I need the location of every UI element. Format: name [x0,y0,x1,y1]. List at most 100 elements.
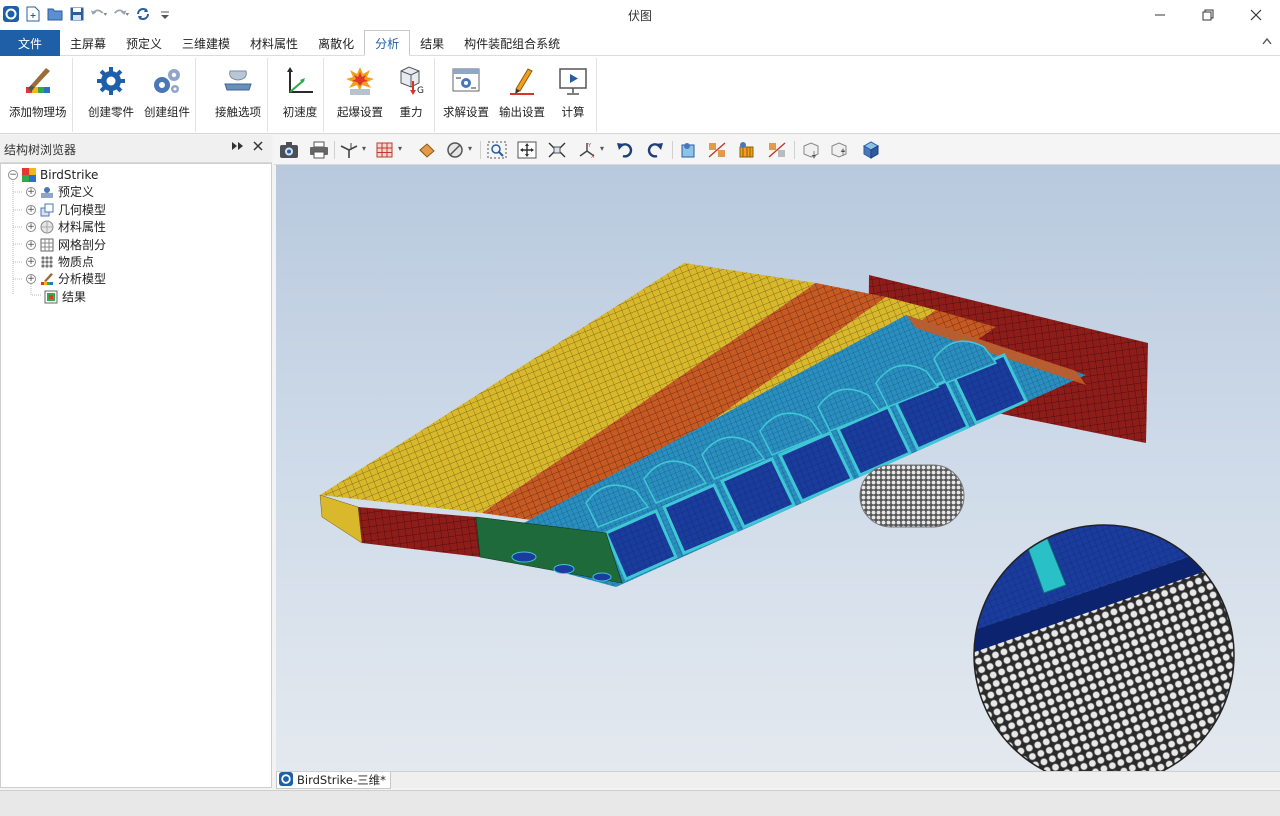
file-tab[interactable]: 文件 [0,30,60,56]
chevron-down-icon[interactable]: ▾ [600,144,604,153]
open-folder-icon[interactable] [46,5,64,23]
detonation-settings-button[interactable]: 起爆设置 [332,58,388,130]
expand-icon[interactable]: + [26,239,36,250]
fit-all-icon[interactable] [546,139,568,161]
viewport-toolbar: ▾ ▾ ▾ YX ▾ [274,135,1280,165]
undo-icon[interactable] [90,5,108,23]
tab-discretize[interactable]: 离散化 [308,30,364,56]
select-parts-icon[interactable] [678,139,700,161]
view-box-up-icon[interactable] [828,139,850,161]
expand-icon[interactable]: + [26,256,36,267]
app-logo-icon[interactable] [2,5,20,23]
initial-velocity-label: 初速度 [282,105,318,119]
add-physics-button[interactable]: 添加物理场 [4,58,72,130]
tab-analysis[interactable]: 分析 [364,30,411,56]
tab-home[interactable]: 主屏幕 [60,30,116,56]
gravity-button[interactable]: G 重力 [388,58,434,130]
3d-viewport[interactable] [276,165,1280,771]
new-icon[interactable] [24,5,42,23]
pan-icon[interactable] [516,139,538,161]
view-orientation-icon[interactable]: YX [576,139,598,161]
tab-material[interactable]: 材料属性 [240,30,308,56]
rotate-right-icon[interactable] [644,139,666,161]
eraser-icon[interactable] [416,139,438,161]
material-sphere-icon [40,220,54,234]
chevron-down-icon[interactable]: ▾ [398,144,402,153]
toolbar-separator [672,141,673,159]
collapse-icon[interactable]: − [8,169,18,180]
tree-node-label: 几何模型 [58,203,107,217]
view-box-down-icon[interactable] [800,139,822,161]
mesh-cube-icon [40,238,54,252]
restore-icon[interactable] [1184,0,1232,30]
iso-view-icon[interactable] [860,139,882,161]
ribbon-group-velocity: 初速度 [277,58,324,132]
tab-results[interactable]: 结果 [410,30,454,56]
customize-icon[interactable] [156,5,174,23]
tree-node-label: 预定义 [58,185,95,199]
svg-text:G: G [417,86,424,96]
document-tab[interactable]: BirdStrike-三维* [276,771,391,789]
expand-icon[interactable]: + [26,221,36,232]
add-physics-label: 添加物理场 [9,105,67,119]
tree-node-material[interactable]: + 材料属性 [26,218,106,235]
velocity-axes-icon [282,64,318,98]
chevron-down-icon[interactable]: ▾ [362,144,366,153]
document-logo-icon [279,771,293,789]
rotate-left-icon[interactable] [614,139,636,161]
wing-root-red [358,507,480,557]
ribbon-group-physics: 添加物理场 [4,58,73,132]
redo-icon[interactable] [112,5,130,23]
print-icon[interactable] [308,139,330,161]
compute-button[interactable]: 计算 [550,58,596,130]
solver-settings-icon [448,64,484,98]
structure-panel-title: 结构树浏览器 [4,143,77,157]
save-icon[interactable] [68,5,86,23]
contact-options-button[interactable]: 接触选项 [209,58,267,130]
hide-icon[interactable] [444,139,466,161]
tree-node-predefine[interactable]: + 预定义 [26,183,94,200]
select-faces-icon[interactable] [706,139,728,161]
gravity-label: 重力 [399,105,423,119]
output-settings-button[interactable]: 输出设置 [494,58,550,130]
chevron-down-icon[interactable]: ▾ [468,144,472,153]
tree-node-geometry[interactable]: + 几何模型 [26,201,106,218]
create-assembly-button[interactable]: 创建组件 [139,58,195,130]
create-part-button[interactable]: 创建零件 [83,58,139,130]
collapse-ribbon-icon[interactable] [1262,35,1272,48]
expand-icon[interactable]: + [26,273,36,284]
minimize-icon[interactable] [1136,0,1184,30]
predefine-icon [40,185,54,199]
auto-hide-icon[interactable] [231,141,245,154]
document-tab-bar: BirdStrike-三维* [276,771,1280,789]
tree-node-results[interactable]: 结果 [44,288,86,305]
output-settings-label: 输出设置 [499,105,545,119]
tree-node-analysis-model[interactable]: + 分析模型 [26,270,106,287]
contact-options-label: 接触选项 [215,105,261,119]
tab-predefine[interactable]: 预定义 [116,30,172,56]
close-icon[interactable] [1232,0,1280,30]
tab-assembly-system[interactable]: 构件装配组合系统 [454,30,570,56]
tree-node-label: BirdStrike [40,167,99,182]
close-panel-icon[interactable] [253,140,263,154]
expand-icon[interactable]: + [26,204,36,215]
ribbon-group-contact: 接触选项 [209,58,268,132]
ribbon: 添加物理场 创建零件 创建组件 接触选项 初速度 起爆设置 G 重力 求解设置 … [0,56,1280,134]
particles-icon [40,255,54,269]
tree-node-mesh[interactable]: + 网格剖分 [26,236,106,253]
select-nodes-icon[interactable] [766,139,788,161]
initial-velocity-button[interactable]: 初速度 [277,58,323,130]
solver-settings-button[interactable]: 求解设置 [438,58,494,130]
select-elements-icon[interactable] [736,139,758,161]
screenshot-icon[interactable] [278,139,300,161]
mesh-display-icon[interactable] [374,139,396,161]
refresh-icon[interactable] [134,5,152,23]
axes-icon[interactable] [338,139,360,161]
tab-3d-modeling[interactable]: 三维建模 [172,30,240,56]
expand-icon[interactable]: + [26,186,36,197]
tree-node-material-points[interactable]: + 物质点 [26,253,94,270]
zoom-window-icon[interactable] [486,139,508,161]
svg-text:Y: Y [587,143,592,149]
compute-label: 计算 [561,105,585,119]
tree-node-root[interactable]: − BirdStrike [8,166,98,183]
